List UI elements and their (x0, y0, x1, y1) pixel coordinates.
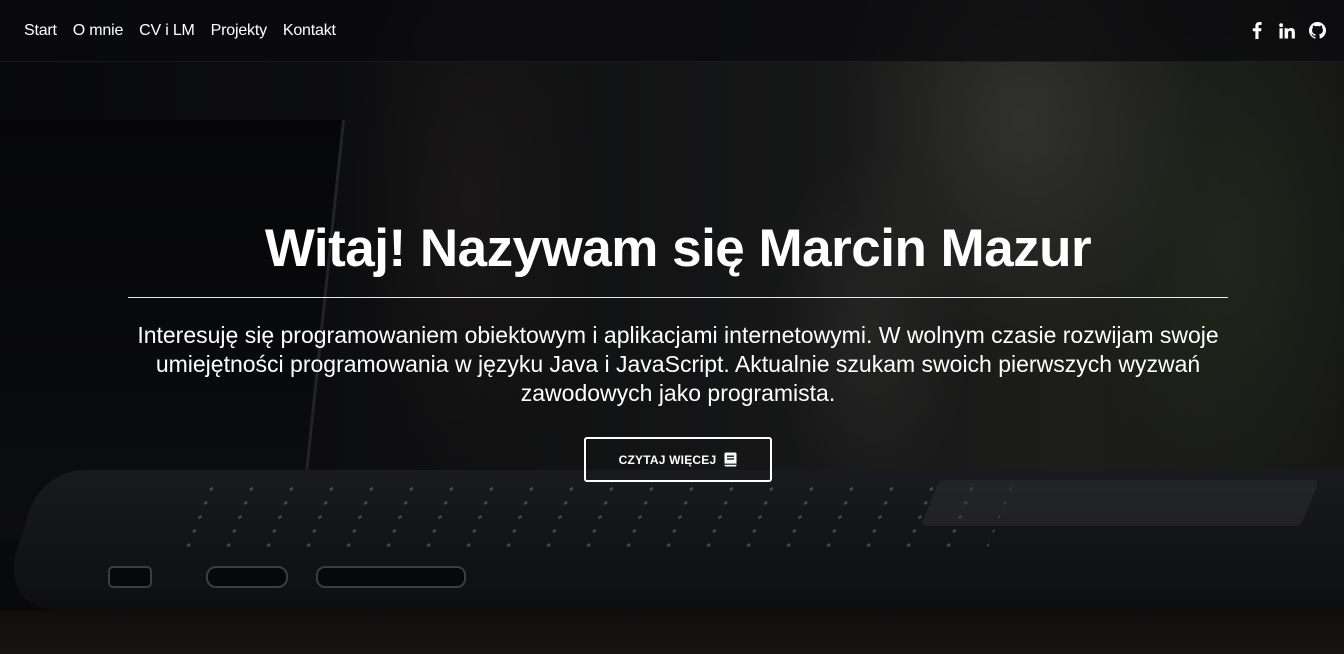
read-more-label: CZYTAJ WIĘCEJ (618, 452, 717, 467)
page: Start O mnie CV i LM Projekty Kontakt Wi… (0, 0, 1344, 654)
hero-section: Witaj! Nazywam się Marcin Mazur Interesu… (0, 0, 1344, 654)
book-icon (724, 452, 737, 467)
hero-divider (128, 297, 1228, 298)
hero-description: Interesuję się programowaniem obiektowym… (137, 322, 1219, 406)
read-more-button[interactable]: CZYTAJ WIĘCEJ (584, 437, 772, 482)
hero-title: Witaj! Nazywam się Marcin Mazur (264, 219, 1092, 278)
